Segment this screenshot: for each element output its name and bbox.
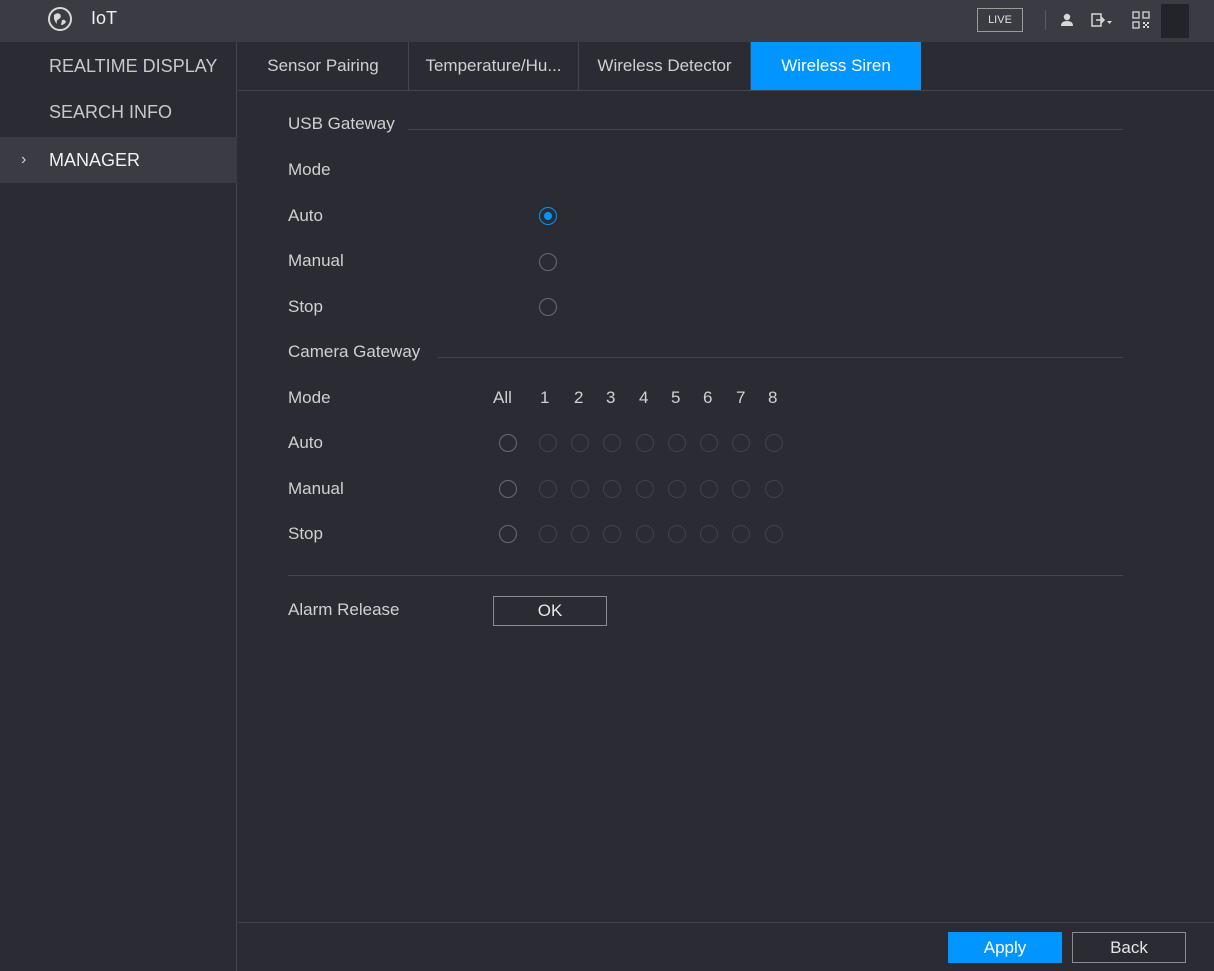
usb-stop-radio[interactable] <box>539 298 557 316</box>
camera-manual-all-radio[interactable] <box>499 480 517 498</box>
camera-manual-label: Manual <box>288 479 344 498</box>
camera-auto-channel-radio <box>700 434 718 452</box>
tab-wireless-detector[interactable]: Wireless Detector <box>579 42 751 90</box>
usb-stop-label: Stop <box>288 297 323 316</box>
camera-auto-channel-radio <box>636 434 654 452</box>
camera-stop-channel-radio <box>732 525 750 543</box>
chevron-right-icon: › <box>21 151 27 168</box>
camera-manual-channel-radio <box>636 480 654 498</box>
sidebar-item-label: REALTIME DISPLAY <box>49 56 218 76</box>
camera-manual-channel-radio <box>539 480 557 498</box>
toolbar-divider <box>1045 10 1046 30</box>
section-divider <box>288 575 1123 576</box>
camera-auto-channel-radio <box>668 434 686 452</box>
apply-button[interactable]: Apply <box>948 932 1062 963</box>
footer-divider <box>238 922 1214 923</box>
camera-stop-label: Stop <box>288 524 323 543</box>
usb-mode-label: Mode <box>288 160 331 179</box>
column-header-5: 5 <box>671 388 681 407</box>
column-header-3: 3 <box>606 388 616 407</box>
back-button[interactable]: Back <box>1072 932 1186 963</box>
tab-wireless-siren[interactable]: Wireless Siren <box>751 42 921 90</box>
app-title: IoT <box>91 8 118 28</box>
usb-manual-radio[interactable] <box>539 253 557 271</box>
usb-auto-radio[interactable] <box>539 207 557 225</box>
camera-stop-channel-radio <box>571 525 589 543</box>
usb-gateway-title: USB Gateway <box>288 114 395 133</box>
qr-code-icon[interactable] <box>1132 11 1150 29</box>
column-header-7: 7 <box>736 388 746 407</box>
camera-manual-channel-radio <box>732 480 750 498</box>
camera-auto-label: Auto <box>288 433 323 452</box>
camera-manual-channel-radio <box>765 480 783 498</box>
globe-icon <box>48 7 72 31</box>
column-header-6: 6 <box>703 388 713 407</box>
camera-auto-all-radio[interactable] <box>499 434 517 452</box>
camera-manual-channel-radio <box>700 480 718 498</box>
sidebar-item-realtime-display[interactable]: REALTIME DISPLAY <box>0 43 237 89</box>
tab-sensor-pairing[interactable]: Sensor Pairing <box>238 42 409 90</box>
column-header-all: All <box>493 388 512 407</box>
camera-stop-channel-radio <box>636 525 654 543</box>
camera-stop-channel-radio <box>765 525 783 543</box>
sidebar-item-label: MANAGER <box>49 150 141 170</box>
camera-gateway-title: Camera Gateway <box>288 342 421 361</box>
user-icon[interactable] <box>1058 11 1076 29</box>
column-header-2: 2 <box>574 388 584 407</box>
logout-icon[interactable] <box>1090 11 1114 29</box>
usb-auto-label: Auto <box>288 206 323 225</box>
alarm-release-ok-button[interactable]: OK <box>493 596 607 626</box>
camera-stop-channel-radio <box>539 525 557 543</box>
camera-stop-channel-radio <box>603 525 621 543</box>
camera-stop-all-radio[interactable] <box>499 525 517 543</box>
camera-auto-channel-radio <box>732 434 750 452</box>
tab-temperature-humidity[interactable]: Temperature/Hu... <box>409 42 579 90</box>
section-divider <box>438 357 1123 358</box>
camera-manual-channel-radio <box>571 480 589 498</box>
camera-auto-channel-radio <box>571 434 589 452</box>
sidebar-item-search-info[interactable]: SEARCH INFO <box>0 89 237 135</box>
camera-manual-channel-radio <box>668 480 686 498</box>
window-control-area[interactable] <box>1161 4 1189 38</box>
camera-auto-channel-radio <box>603 434 621 452</box>
section-divider <box>408 129 1123 130</box>
sidebar-item-label: SEARCH INFO <box>49 102 173 122</box>
camera-stop-channel-radio <box>700 525 718 543</box>
tab-bar: Sensor Pairing Temperature/Hu... Wireles… <box>238 42 1214 91</box>
sidebar-item-manager[interactable]: › MANAGER <box>0 137 237 183</box>
column-header-1: 1 <box>540 388 550 407</box>
camera-stop-channel-radio <box>668 525 686 543</box>
camera-manual-channel-radio <box>603 480 621 498</box>
camera-auto-channel-radio <box>765 434 783 452</box>
usb-manual-label: Manual <box>288 251 344 270</box>
top-bar: IoT LIVE <box>0 0 1214 42</box>
sidebar: REALTIME DISPLAY SEARCH INFO › MANAGER <box>0 42 237 971</box>
column-header-8: 8 <box>768 388 778 407</box>
column-header-4: 4 <box>639 388 649 407</box>
camera-auto-channel-radio <box>539 434 557 452</box>
alarm-release-label: Alarm Release <box>288 600 400 619</box>
camera-mode-label: Mode <box>288 388 331 407</box>
live-button[interactable]: LIVE <box>977 8 1023 32</box>
